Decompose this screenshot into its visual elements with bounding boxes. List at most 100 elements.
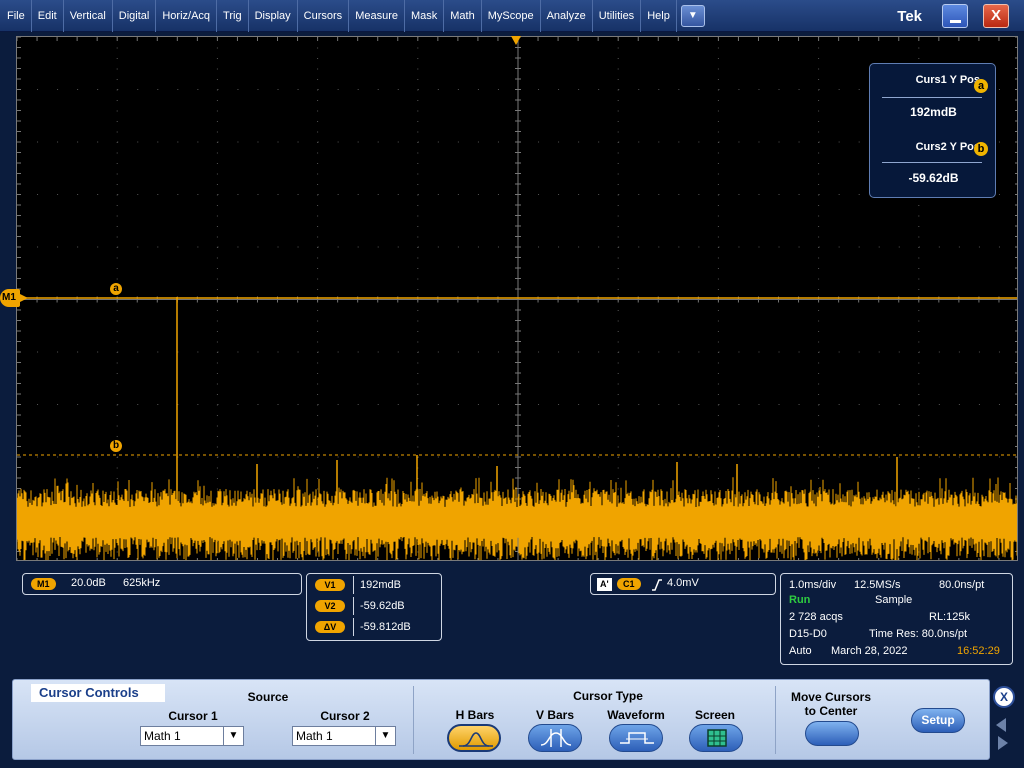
menu-analyze[interactable]: Analyze: [541, 0, 593, 32]
record-length: RL:125k: [929, 611, 970, 623]
cursor1-source-select[interactable]: Math 1 ▼: [140, 726, 244, 746]
menu-digital[interactable]: Digital: [113, 0, 157, 32]
oscilloscope-app: File Edit Vertical Digital Horiz/Acq Tri…: [0, 0, 1024, 768]
menu-vertical[interactable]: Vertical: [64, 0, 113, 32]
waveform-label: Waveform: [607, 708, 665, 722]
v2-badge: V2: [315, 600, 345, 612]
h-bars-label: H Bars: [455, 708, 495, 722]
menu-display[interactable]: Display: [249, 0, 298, 32]
menu-mask[interactable]: Mask: [405, 0, 445, 32]
trigger-mode: Auto: [789, 645, 812, 657]
c1-badge: C1: [617, 578, 641, 590]
curs2-title: Curs2 Y Pos: [915, 141, 980, 153]
v1-row: V1 192mdB: [313, 576, 441, 594]
v-bars-icon: [540, 729, 572, 747]
menu-trig[interactable]: Trig: [217, 0, 249, 32]
cursor-a-label[interactable]: a: [110, 283, 122, 295]
curs1-value[interactable]: 192mdB: [870, 105, 997, 119]
cursor-type-label: Cursor Type: [573, 689, 643, 703]
waveform-button[interactable]: [609, 724, 663, 752]
cursor2-source-select[interactable]: Math 1 ▼: [292, 726, 396, 746]
menu-measure[interactable]: Measure: [349, 0, 405, 32]
brand-area: Tek: [752, 1, 932, 31]
m1-badge: M1: [31, 578, 56, 590]
cursor2-source-value: Math 1: [296, 729, 333, 743]
screen-button[interactable]: [689, 724, 743, 752]
m1-frequency: 625kHz: [123, 577, 161, 589]
waveform-display[interactable]: [16, 36, 1018, 561]
cursor-b-label[interactable]: b: [110, 440, 122, 452]
waveform-icon: [620, 732, 654, 744]
m1-scale: 20.0dB: [71, 577, 106, 589]
menu-file[interactable]: File: [0, 0, 32, 32]
info-panel: M1 20.0dB 625kHz V1 192mdB V2 -59.62dB Δ…: [16, 568, 1018, 668]
menu-cursors[interactable]: Cursors: [298, 0, 350, 32]
menu-edit[interactable]: Edit: [32, 0, 64, 32]
m1-reference-marker[interactable]: M1: [0, 289, 28, 307]
close-window-button[interactable]: X: [983, 4, 1009, 28]
move-cursors-to-center-button[interactable]: [805, 721, 859, 746]
chevron-down-icon: ▼: [687, 10, 698, 21]
move-cursors-label: Move Cursors to Center: [790, 690, 872, 718]
clock: 16:52:29: [957, 645, 1000, 657]
a-prime-badge: A': [597, 578, 612, 591]
v1-value: 192mdB: [353, 576, 441, 594]
screen-icon: [707, 729, 727, 747]
time-resolution: Time Res: 80.0ns/pt: [869, 628, 968, 640]
divider: [882, 162, 982, 163]
h-bars-button[interactable]: [447, 724, 501, 752]
chevron-down-icon: ▼: [223, 727, 243, 745]
setup-button[interactable]: Setup: [911, 708, 965, 733]
source-label: Source: [247, 690, 289, 704]
cursor-readout-popup[interactable]: Curs1 Y Pos a 192mdB Curs2 Y Pos b -59.6…: [869, 63, 996, 198]
menu-myscope[interactable]: MyScope: [482, 0, 541, 32]
v1-badge: V1: [315, 579, 345, 591]
menu-math[interactable]: Math: [444, 0, 482, 32]
cursor-b-badge: b: [974, 142, 988, 156]
graticule: [17, 37, 1017, 560]
trigger-box[interactable]: A' C1 4.0mV: [590, 573, 776, 595]
acquisition-box[interactable]: 1.0ms/div 12.5MS/s 80.0ns/pt Run Sample …: [780, 573, 1013, 665]
minimize-button[interactable]: [942, 4, 968, 28]
acq-mode: Sample: [875, 594, 913, 606]
v2-value: -59.62dB: [353, 597, 441, 615]
separator: [775, 686, 776, 754]
math-scale-box[interactable]: M1 20.0dB 625kHz: [22, 573, 302, 595]
rising-edge-icon: [652, 579, 662, 591]
menu-utilities[interactable]: Utilities: [593, 0, 642, 32]
close-panel-button[interactable]: X: [993, 686, 1015, 708]
delta-v-badge: ΔV: [315, 621, 345, 633]
screen-label: Screen: [694, 708, 736, 722]
cursor-readout-box[interactable]: V1 192mdB V2 -59.62dB ΔV -59.812dB: [306, 573, 442, 641]
cursor1-source-value: Math 1: [144, 729, 181, 743]
cursor-a-badge: a: [974, 79, 988, 93]
v2-row: V2 -59.62dB: [313, 597, 441, 615]
acq-count: 2 728 acqs: [789, 611, 843, 623]
cursor-controls-title: Cursor Controls: [31, 684, 165, 702]
delta-v-value: -59.812dB: [353, 618, 441, 636]
tek-logo: Tek: [897, 7, 922, 25]
v-bars-label: V Bars: [535, 708, 575, 722]
delta-v-row: ΔV -59.812dB: [313, 618, 441, 636]
menu-dropdown-button[interactable]: ▼: [680, 4, 705, 27]
curs2-value[interactable]: -59.62dB: [870, 171, 997, 185]
separator: [413, 686, 414, 754]
scroll-left-icon[interactable]: [996, 718, 1006, 732]
v-bars-button[interactable]: [528, 724, 582, 752]
curs1-title: Curs1 Y Pos: [915, 74, 980, 86]
menu-horiz-acq[interactable]: Horiz/Acq: [156, 0, 218, 32]
timebase: 1.0ms/div: [789, 579, 837, 591]
menu-help[interactable]: Help: [641, 0, 677, 32]
fft-noise-band: [17, 507, 1017, 527]
scroll-right-icon[interactable]: [998, 736, 1008, 750]
trigger-position-marker[interactable]: [511, 36, 521, 45]
date: March 28, 2022: [831, 645, 908, 657]
run-state: Run: [789, 594, 811, 606]
cursor1-label: Cursor 1: [168, 709, 218, 723]
trigger-level: 4.0mV: [667, 577, 699, 589]
resolution: 80.0ns/pt: [939, 579, 985, 591]
cursor2-label: Cursor 2: [320, 709, 370, 723]
divider: [882, 97, 982, 98]
sample-rate: 12.5MS/s: [854, 579, 901, 591]
digital-channels: D15-D0: [789, 628, 827, 640]
